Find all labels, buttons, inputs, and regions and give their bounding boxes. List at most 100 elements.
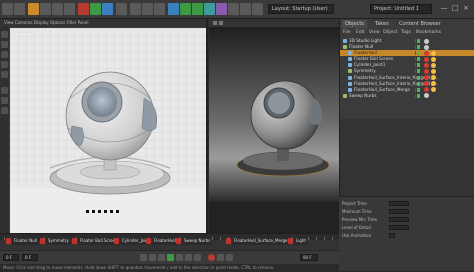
render-viewport[interactable] bbox=[209, 19, 339, 233]
next-key-icon[interactable] bbox=[185, 254, 192, 261]
material-tag-icon[interactable] bbox=[431, 50, 436, 56]
keyframe-selection-icon[interactable] bbox=[226, 254, 233, 261]
render-settings-icon[interactable] bbox=[154, 3, 165, 15]
workplane-icon[interactable] bbox=[1, 107, 8, 114]
layer-tag[interactable] bbox=[412, 63, 416, 68]
material-tag-icon[interactable] bbox=[431, 62, 436, 68]
light-icon[interactable] bbox=[252, 3, 263, 15]
menu-bookmarks[interactable]: Bookmarks bbox=[416, 29, 441, 37]
edges-mode-icon[interactable] bbox=[1, 61, 8, 68]
object-list-empty-area[interactable] bbox=[340, 119, 474, 196]
points-mode-icon[interactable] bbox=[1, 51, 8, 58]
axis-mode-icon[interactable] bbox=[1, 87, 8, 94]
scale-tool-icon[interactable] bbox=[52, 3, 63, 15]
play-icon[interactable] bbox=[167, 254, 174, 261]
enabled-check-icon[interactable] bbox=[417, 69, 420, 74]
subdivision-surface-icon[interactable] bbox=[192, 3, 203, 15]
rotate-tool-icon[interactable] bbox=[64, 3, 75, 15]
material-tag-icon[interactable] bbox=[431, 68, 436, 74]
layer-tag[interactable] bbox=[412, 75, 416, 80]
material-tag-icon[interactable] bbox=[431, 87, 436, 93]
tab-objects[interactable]: Objects bbox=[342, 20, 367, 28]
menu-view[interactable]: View bbox=[369, 29, 380, 37]
attr-field[interactable] bbox=[389, 209, 409, 214]
enabled-check-icon[interactable] bbox=[417, 39, 420, 43]
minimize-button[interactable]: — bbox=[440, 4, 448, 12]
tab-content-browser[interactable]: Content Browser bbox=[396, 20, 444, 28]
frame-start-field[interactable]: 0 F bbox=[3, 254, 19, 261]
cube-primitive-icon[interactable] bbox=[168, 3, 179, 15]
material-tag-icon[interactable] bbox=[424, 44, 429, 50]
render-view-icon[interactable] bbox=[130, 3, 141, 15]
render-picture-viewer-icon[interactable] bbox=[142, 3, 153, 15]
texture-mode-icon[interactable] bbox=[1, 41, 8, 48]
frame-end-field[interactable]: 90 F bbox=[300, 254, 318, 261]
move-tool-icon[interactable] bbox=[40, 3, 51, 15]
material-tag-icon[interactable] bbox=[424, 68, 429, 74]
model-mode-icon[interactable] bbox=[1, 31, 8, 38]
layer-tag[interactable] bbox=[412, 57, 416, 62]
x-axis-icon[interactable] bbox=[78, 3, 89, 15]
material-tag-icon[interactable] bbox=[424, 87, 429, 93]
spline-pen-icon[interactable] bbox=[180, 3, 191, 15]
attr-checkbox[interactable] bbox=[389, 233, 395, 238]
viewport-menu-bar[interactable]: View Cameras Display Options Filter Pane… bbox=[0, 19, 206, 27]
live-selection-icon[interactable] bbox=[28, 3, 39, 15]
maximize-button[interactable]: □ bbox=[451, 4, 459, 12]
layer-tag[interactable] bbox=[412, 81, 416, 86]
menu-file[interactable]: File bbox=[343, 29, 351, 37]
z-axis-icon[interactable] bbox=[102, 3, 113, 15]
attr-field[interactable] bbox=[389, 201, 409, 206]
enabled-check-icon[interactable] bbox=[417, 45, 420, 50]
enabled-check-icon[interactable] bbox=[417, 93, 420, 98]
attr-field[interactable] bbox=[389, 225, 409, 230]
cloner-icon[interactable] bbox=[204, 3, 215, 15]
next-frame-icon[interactable] bbox=[176, 254, 183, 261]
material-tag-icon[interactable] bbox=[424, 56, 429, 62]
close-button[interactable]: × bbox=[462, 4, 470, 12]
layer-tag[interactable] bbox=[412, 39, 416, 43]
polygons-mode-icon[interactable] bbox=[1, 71, 8, 78]
menu-object[interactable]: Object bbox=[383, 29, 398, 37]
frame-current-field[interactable]: 0 F bbox=[22, 254, 38, 261]
go-to-start-icon[interactable] bbox=[140, 254, 147, 261]
layer-tag[interactable] bbox=[412, 45, 416, 50]
render-view-menu-icon[interactable] bbox=[213, 21, 217, 25]
layer-tag[interactable] bbox=[412, 69, 416, 74]
tab-takes[interactable]: Takes bbox=[372, 20, 392, 28]
layer-tag[interactable] bbox=[412, 93, 416, 98]
material-tag-icon[interactable] bbox=[431, 56, 436, 62]
menu-edit[interactable]: Edit bbox=[356, 29, 365, 37]
material-tag-icon[interactable] bbox=[424, 38, 429, 44]
layer-tag[interactable] bbox=[412, 51, 416, 56]
enabled-check-icon[interactable] bbox=[417, 51, 420, 56]
material-tag-icon[interactable] bbox=[424, 50, 429, 56]
go-to-end-icon[interactable] bbox=[194, 254, 201, 261]
material-tag-icon[interactable] bbox=[424, 62, 429, 68]
layer-tag[interactable] bbox=[412, 87, 416, 92]
deformer-icon[interactable] bbox=[216, 3, 227, 15]
camera-icon[interactable] bbox=[240, 3, 251, 15]
record-icon[interactable] bbox=[208, 254, 215, 261]
layout-selector[interactable]: Layout: Startup (User) bbox=[268, 4, 334, 14]
coordinate-system-icon[interactable] bbox=[116, 3, 127, 15]
redo-icon[interactable] bbox=[14, 3, 25, 15]
enabled-check-icon[interactable] bbox=[417, 75, 420, 80]
snap-icon[interactable] bbox=[1, 97, 8, 104]
previous-key-icon[interactable] bbox=[149, 254, 156, 261]
floor-icon[interactable] bbox=[228, 3, 239, 15]
menu-tags[interactable]: Tags bbox=[401, 29, 411, 37]
attr-field[interactable] bbox=[389, 217, 409, 222]
enabled-check-icon[interactable] bbox=[417, 57, 420, 62]
perspective-viewport[interactable]: View Cameras Display Options Filter Pane… bbox=[0, 19, 208, 233]
material-tag-icon[interactable] bbox=[424, 93, 429, 99]
enabled-check-icon[interactable] bbox=[417, 87, 420, 92]
enabled-check-icon[interactable] bbox=[417, 63, 420, 68]
autokey-icon[interactable] bbox=[217, 254, 224, 261]
object-row[interactable]: Sweep Nurbs bbox=[340, 93, 474, 99]
enabled-check-icon[interactable] bbox=[417, 81, 420, 86]
project-selector[interactable]: Project: Untitled 1 bbox=[370, 4, 432, 14]
undo-icon[interactable] bbox=[2, 3, 13, 15]
render-view-options-icon[interactable] bbox=[219, 21, 223, 25]
y-axis-icon[interactable] bbox=[90, 3, 101, 15]
